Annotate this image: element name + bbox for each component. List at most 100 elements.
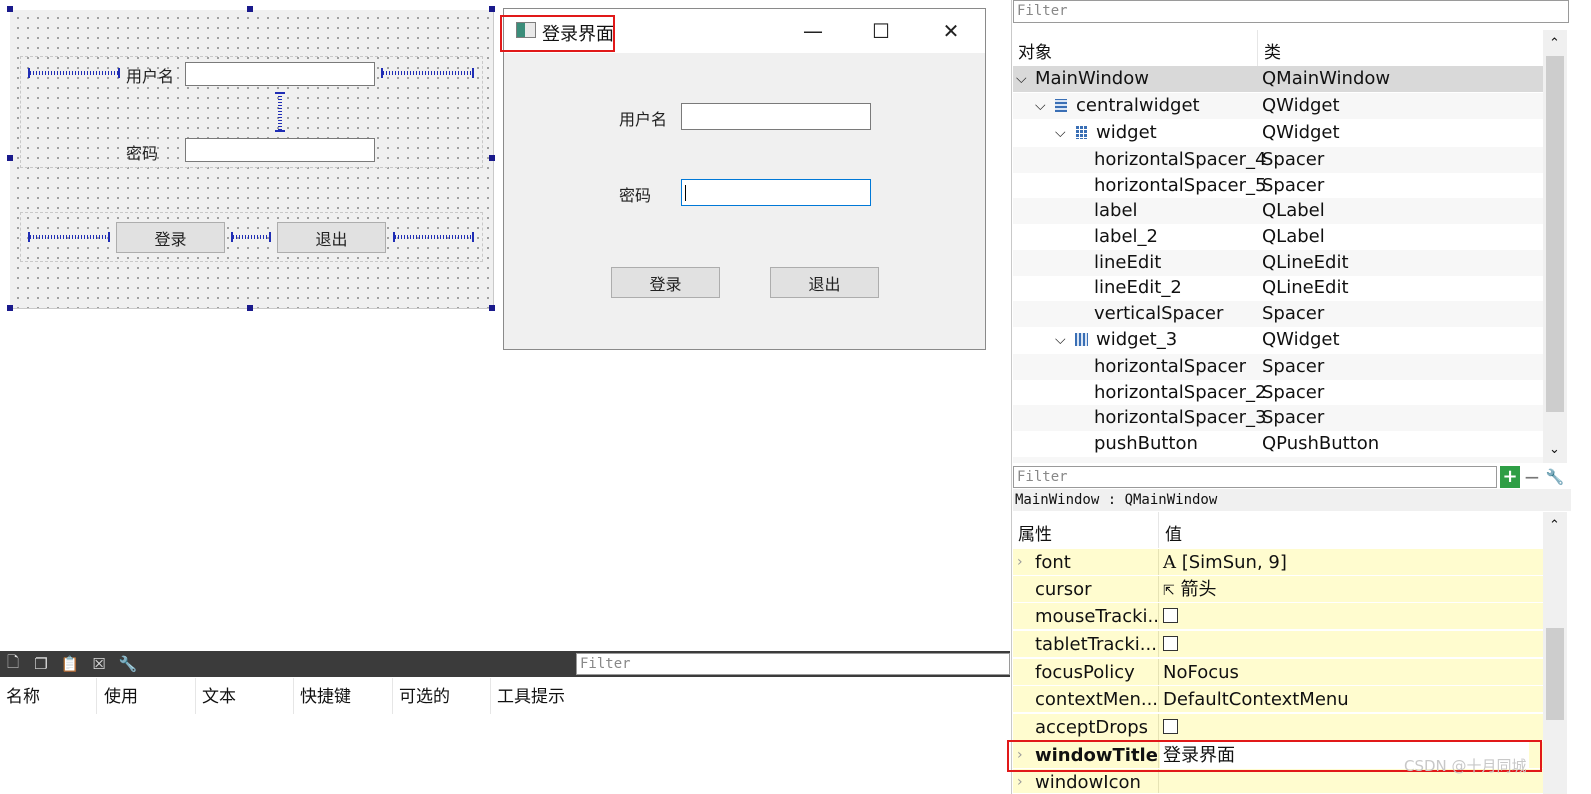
preview-password-label: 密码 xyxy=(619,186,652,205)
login-button[interactable]: 登录 xyxy=(116,222,225,253)
property-row-font[interactable]: › font A [SimSun, 9] xyxy=(1013,549,1543,576)
object-col-header[interactable]: 对象 xyxy=(1018,38,1052,63)
tree-row-hspacer[interactable]: horizontalSpacer Spacer xyxy=(1013,354,1543,380)
maximize-icon[interactable]: ☐ xyxy=(858,9,904,53)
action-col-checkable[interactable]: 可选的 xyxy=(399,682,450,707)
chevron-right-icon[interactable]: › xyxy=(1017,549,1023,576)
scroll-up-icon[interactable]: ⌃ xyxy=(1549,518,1560,533)
preview-exit-button[interactable]: 退出 xyxy=(770,267,879,298)
property-col-header[interactable]: 属性 xyxy=(1018,520,1052,545)
chevron-down-icon[interactable]: ⌵ xyxy=(1055,327,1066,353)
horizontal-spacer[interactable] xyxy=(28,232,110,242)
username-input[interactable] xyxy=(185,62,375,86)
property-value[interactable]: NoFocus xyxy=(1163,659,1239,686)
chevron-down-icon[interactable]: ⌵ xyxy=(1035,93,1046,119)
action-filter-input[interactable]: Filter xyxy=(576,653,1010,675)
selection-handle[interactable] xyxy=(489,6,495,12)
action-col-used[interactable]: 使用 xyxy=(104,682,138,707)
property-row-tablettracking[interactable]: tabletTracki... xyxy=(1013,631,1543,658)
tree-row-label2[interactable]: label_2 QLabel xyxy=(1013,224,1543,250)
property-value[interactable]: DefaultContextMenu xyxy=(1163,686,1349,713)
tree-row-mainwindow[interactable]: ⌵ MainWindow QMainWindow xyxy=(1013,66,1543,92)
column-divider xyxy=(293,678,294,714)
column-divider xyxy=(392,678,393,714)
property-value[interactable]: 箭头 xyxy=(1180,579,1216,600)
selection-handle[interactable] xyxy=(489,305,495,311)
property-row-cursor[interactable]: cursor ⇱ 箭头 xyxy=(1013,576,1543,603)
tree-row-hspacer3[interactable]: horizontalSpacer_3 Spacer xyxy=(1013,405,1543,431)
tree-row-pushbutton[interactable]: pushButton QPushButton xyxy=(1013,431,1543,457)
mouse-tracking-checkbox[interactable] xyxy=(1163,608,1178,623)
selection-handle[interactable] xyxy=(489,155,495,161)
scroll-down-icon[interactable]: ⌄ xyxy=(1549,442,1560,457)
selection-handle[interactable] xyxy=(7,6,13,12)
chevron-down-icon[interactable]: ⌵ xyxy=(1055,120,1066,146)
configure-icon[interactable]: 🔧 xyxy=(1545,466,1565,488)
value-col-header[interactable]: 值 xyxy=(1165,520,1182,545)
tree-row-vspacer[interactable]: verticalSpacer Spacer xyxy=(1013,301,1543,327)
tree-row-label[interactable]: label QLabel xyxy=(1013,198,1543,224)
selection-handle[interactable] xyxy=(247,6,253,12)
tree-row-hspacer5[interactable]: horizontalSpacer_5 Spacer xyxy=(1013,173,1543,199)
action-col-name[interactable]: 名称 xyxy=(6,682,40,707)
scroll-thumb[interactable] xyxy=(1546,628,1564,720)
property-row-focuspolicy[interactable]: focusPolicy NoFocus xyxy=(1013,659,1543,686)
scroll-up-icon[interactable]: ⌃ xyxy=(1549,36,1560,51)
remove-property-icon[interactable]: − xyxy=(1522,466,1542,488)
property-row-mousetracking[interactable]: mouseTracki... xyxy=(1013,603,1543,630)
password-input[interactable] xyxy=(185,138,375,162)
vertical-spacer[interactable] xyxy=(275,92,285,132)
property-name: contextMen... xyxy=(1035,689,1157,710)
action-col-text[interactable]: 文本 xyxy=(202,682,236,707)
delete-action-icon[interactable]: ☒ xyxy=(90,655,108,673)
selection-handle[interactable] xyxy=(7,305,13,311)
configure-icon[interactable]: 🔧 xyxy=(119,655,138,673)
exit-button[interactable]: 退出 xyxy=(277,222,386,253)
action-col-tooltip[interactable]: 工具提示 xyxy=(497,682,565,707)
tree-item-name: pushButton xyxy=(1094,433,1198,454)
property-filter-input[interactable]: Filter xyxy=(1013,466,1497,488)
tree-row-lineedit[interactable]: lineEdit QLineEdit xyxy=(1013,250,1543,276)
property-row-contextmenu[interactable]: contextMen... DefaultContextMenu xyxy=(1013,686,1543,713)
tree-item-name: horizontalSpacer_5 xyxy=(1094,175,1267,196)
selection-handle[interactable] xyxy=(7,155,13,161)
panel-divider[interactable] xyxy=(1011,0,1012,794)
action-col-shortcut[interactable]: 快捷键 xyxy=(300,682,351,707)
add-property-icon[interactable]: + xyxy=(1500,466,1520,488)
copy-action-icon[interactable]: ❐ xyxy=(32,655,50,673)
arrow-cursor-icon: ⇱ xyxy=(1163,583,1175,599)
layout-horizontal-icon xyxy=(1075,333,1088,346)
preview-password-input[interactable] xyxy=(681,179,871,206)
property-value[interactable]: [SimSun, 9] xyxy=(1182,552,1287,573)
class-col-header[interactable]: 类 xyxy=(1264,38,1281,63)
preview-window[interactable]: 登录界面 — ☐ ✕ 用户名 密码 登录 退出 xyxy=(503,8,986,350)
chevron-down-icon[interactable]: ⌵ xyxy=(1016,66,1027,92)
tree-row-hspacer2[interactable]: horizontalSpacer_2 Spacer xyxy=(1013,380,1543,406)
tree-row-widget[interactable]: ⌵ widget QWidget xyxy=(1013,120,1543,146)
tree-item-name: horizontalSpacer xyxy=(1094,356,1247,377)
horizontal-spacer[interactable] xyxy=(28,68,120,78)
close-icon[interactable]: ✕ xyxy=(928,9,974,53)
tree-item-class: Spacer xyxy=(1262,303,1325,324)
tree-row-centralwidget[interactable]: ⌵ centralwidget QWidget xyxy=(1013,93,1543,119)
selection-handle[interactable] xyxy=(247,305,253,311)
tree-row-lineedit2[interactable]: lineEdit_2 QLineEdit xyxy=(1013,275,1543,301)
tree-item-name: centralwidget xyxy=(1076,95,1200,116)
chevron-right-icon[interactable]: › xyxy=(1017,769,1023,793)
tablet-tracking-checkbox[interactable] xyxy=(1163,636,1178,651)
tree-row-hspacer4[interactable]: horizontalSpacer_4 Spacer xyxy=(1013,147,1543,173)
new-action-icon[interactable]: 🗋 xyxy=(4,653,22,673)
object-filter-input[interactable]: Filter xyxy=(1013,0,1569,23)
horizontal-spacer[interactable] xyxy=(393,232,474,242)
font-icon: A xyxy=(1163,552,1176,573)
scroll-thumb[interactable] xyxy=(1546,56,1564,412)
accept-drops-checkbox[interactable] xyxy=(1163,719,1178,734)
minimize-icon[interactable]: — xyxy=(790,9,836,53)
preview-login-button[interactable]: 登录 xyxy=(611,267,720,298)
paste-action-icon[interactable]: 📋 xyxy=(61,655,80,673)
preview-username-input[interactable] xyxy=(681,103,871,130)
horizontal-spacer[interactable] xyxy=(381,68,474,78)
horizontal-spacer[interactable] xyxy=(231,232,271,242)
tree-row-widget3[interactable]: ⌵ widget_3 QWidget xyxy=(1013,327,1543,353)
property-row-acceptdrops[interactable]: acceptDrops xyxy=(1013,714,1543,741)
